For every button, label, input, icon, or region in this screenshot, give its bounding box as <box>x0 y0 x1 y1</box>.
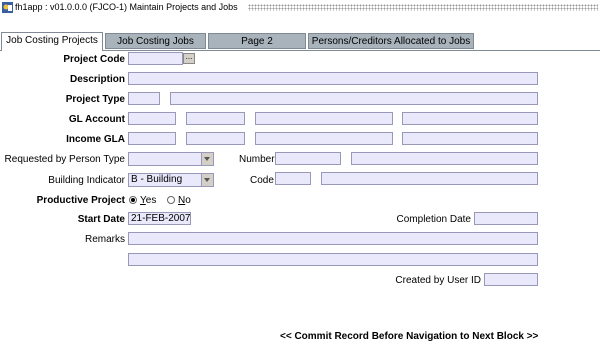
start-date-label: Start Date <box>77 214 125 225</box>
productive-no-radio[interactable] <box>167 196 175 204</box>
created-by-field[interactable] <box>484 273 538 286</box>
remarks-field-line-1[interactable] <box>128 232 538 245</box>
tab-job-costing-projects[interactable]: Job Costing Projects <box>1 32 103 51</box>
project-type-description-field[interactable] <box>170 92 538 105</box>
project-type-code-field[interactable] <box>128 92 160 105</box>
gl-account-segment-3[interactable] <box>255 112 393 125</box>
tab-strip: Job Costing Projects Job Costing Jobs Pa… <box>0 16 600 51</box>
description-field[interactable] <box>128 72 538 85</box>
project-type-label: Project Type <box>65 94 125 105</box>
productive-yes-radio[interactable] <box>129 196 137 204</box>
productive-no-label[interactable]: No <box>178 195 191 206</box>
number-label: Number <box>239 154 275 165</box>
number-description-field[interactable] <box>351 152 538 165</box>
income-gla-segment-1[interactable] <box>128 132 176 145</box>
completion-date-field[interactable] <box>474 212 538 225</box>
income-gla-segment-3[interactable] <box>255 132 393 145</box>
start-date-field[interactable]: 21-FEB-2007 <box>128 212 191 225</box>
requested-by-select[interactable] <box>128 152 214 166</box>
app-icon <box>2 2 13 13</box>
title-bar-grip[interactable] <box>248 4 598 11</box>
gl-account-label: GL Account <box>68 114 125 125</box>
description-label: Description <box>69 74 125 85</box>
building-indicator-label: Building Indicator <box>48 175 125 186</box>
remarks-label: Remarks <box>84 234 125 245</box>
income-gla-segment-4[interactable] <box>402 132 538 145</box>
code-label: Code <box>250 175 274 186</box>
income-gla-segment-2[interactable] <box>186 132 245 145</box>
requested-by-label: Requested by Person Type <box>4 154 125 165</box>
completion-date-label: Completion Date <box>396 214 471 225</box>
project-code-label: Project Code <box>63 54 125 65</box>
window-title-bar: fh1app : v01.0.0.0 (FJCO-1) Maintain Pro… <box>0 0 600 17</box>
number-code-field[interactable] <box>275 152 341 165</box>
gl-account-segment-2[interactable] <box>186 112 245 125</box>
chevron-down-icon[interactable] <box>201 153 213 165</box>
gl-account-segment-1[interactable] <box>128 112 176 125</box>
remarks-field-line-2[interactable] <box>128 253 538 266</box>
building-indicator-value: B - Building <box>131 174 183 185</box>
productive-project-label: Productive Project <box>36 195 125 206</box>
chevron-down-icon[interactable] <box>201 174 213 186</box>
gl-account-segment-4[interactable] <box>402 112 538 125</box>
building-indicator-select[interactable]: B - Building <box>128 173 214 187</box>
project-code-lov-button[interactable]: ... <box>183 53 195 64</box>
productive-yes-label[interactable]: Yes <box>140 195 156 206</box>
tab-persons-creditors[interactable]: Persons/Creditors Allocated to Jobs <box>308 33 474 49</box>
code-field[interactable] <box>275 172 311 185</box>
created-by-label: Created by User ID <box>395 275 481 286</box>
window-title: fh1app : v01.0.0.0 (FJCO-1) Maintain Pro… <box>15 2 238 12</box>
project-code-field[interactable] <box>128 52 183 65</box>
code-description-field[interactable] <box>321 172 538 185</box>
tab-page-2[interactable]: Page 2 <box>208 33 306 49</box>
commit-record-navigation[interactable]: << Commit Record Before Navigation to Ne… <box>280 331 538 342</box>
tab-job-costing-jobs[interactable]: Job Costing Jobs <box>105 33 206 49</box>
income-gla-label: Income GLA <box>66 134 125 145</box>
